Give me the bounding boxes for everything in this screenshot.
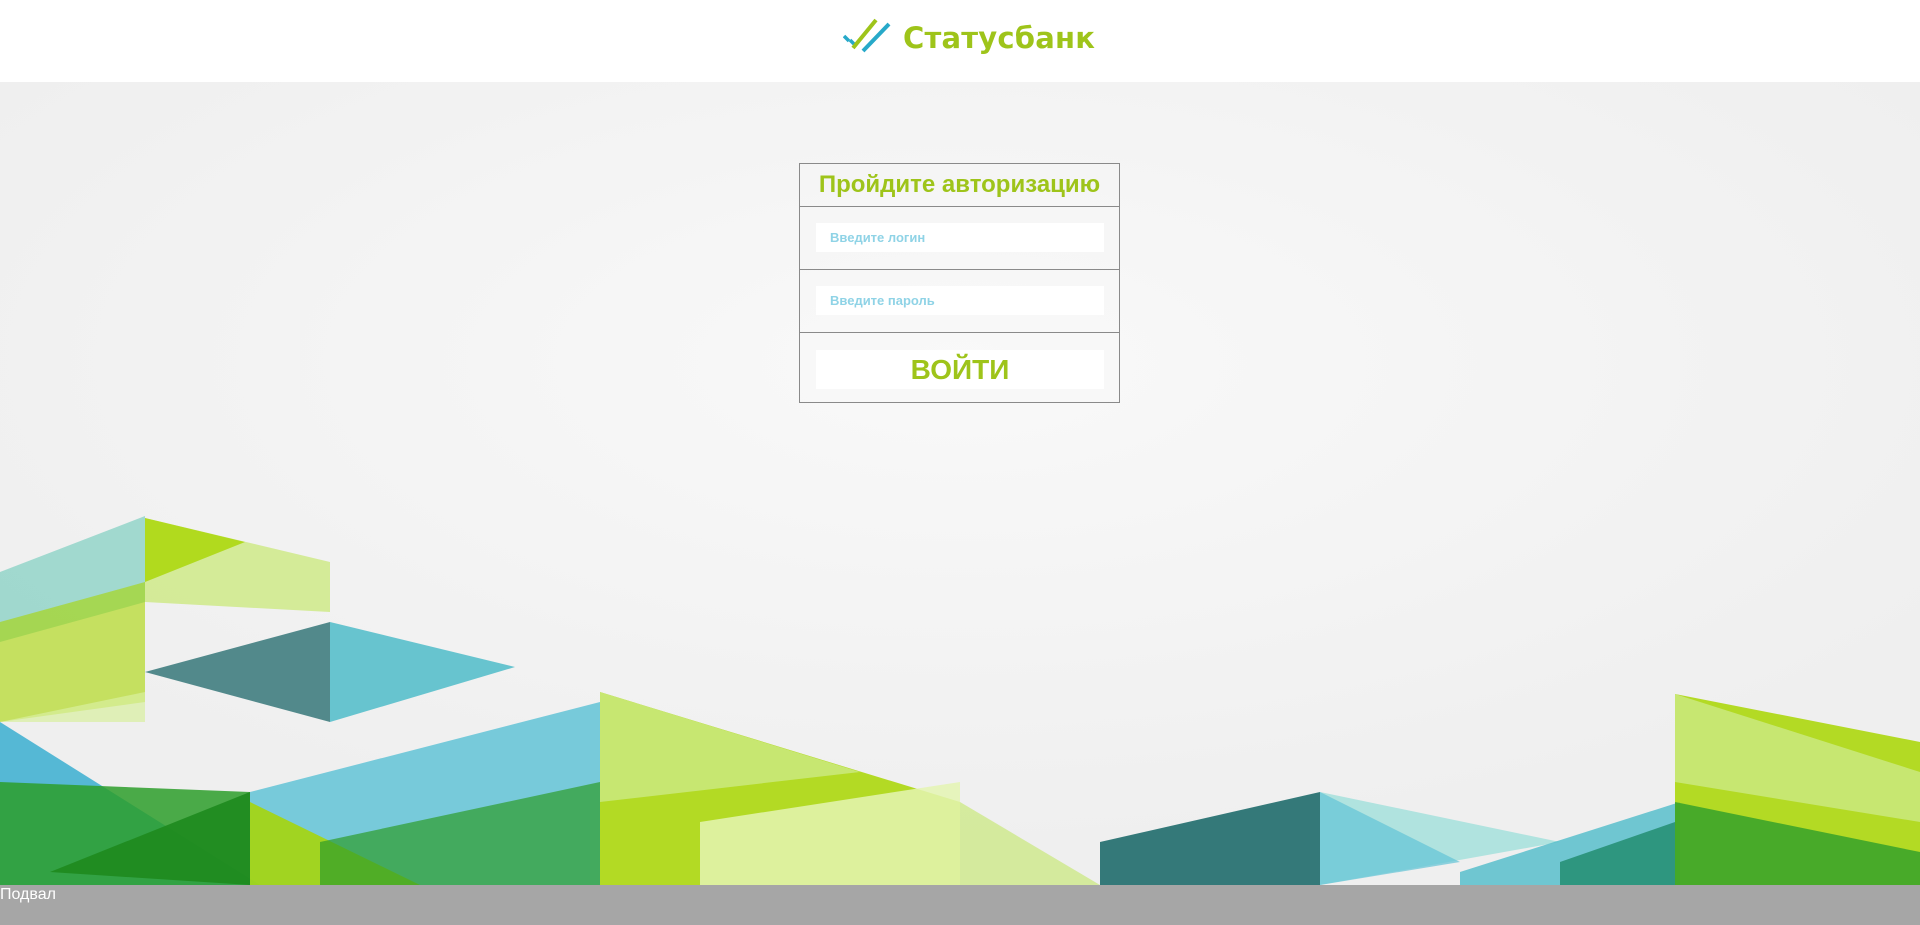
submit-row: ВОЙТИ <box>800 333 1119 403</box>
login-title: Пройдите авторизацию <box>818 171 1101 198</box>
logo[interactable]: Статусбанк <box>843 18 1095 58</box>
login-title-row: Пройдите авторизацию <box>800 164 1119 207</box>
password-row <box>800 270 1119 333</box>
footer-text: Подвал <box>0 886 56 903</box>
login-button[interactable]: ВОЙТИ <box>816 350 1104 389</box>
footer: Подвал <box>0 885 1920 925</box>
logo-text: Статусбанк <box>903 21 1096 55</box>
login-input[interactable] <box>816 223 1104 252</box>
header: Статусбанк <box>0 0 1920 82</box>
statusbank-logo-icon <box>843 18 891 53</box>
password-input[interactable] <box>816 286 1104 315</box>
main-area: Пройдите авторизацию ВОЙТИ <box>0 82 1920 885</box>
login-row <box>800 207 1119 270</box>
login-form: Пройдите авторизацию ВОЙТИ <box>799 163 1120 403</box>
